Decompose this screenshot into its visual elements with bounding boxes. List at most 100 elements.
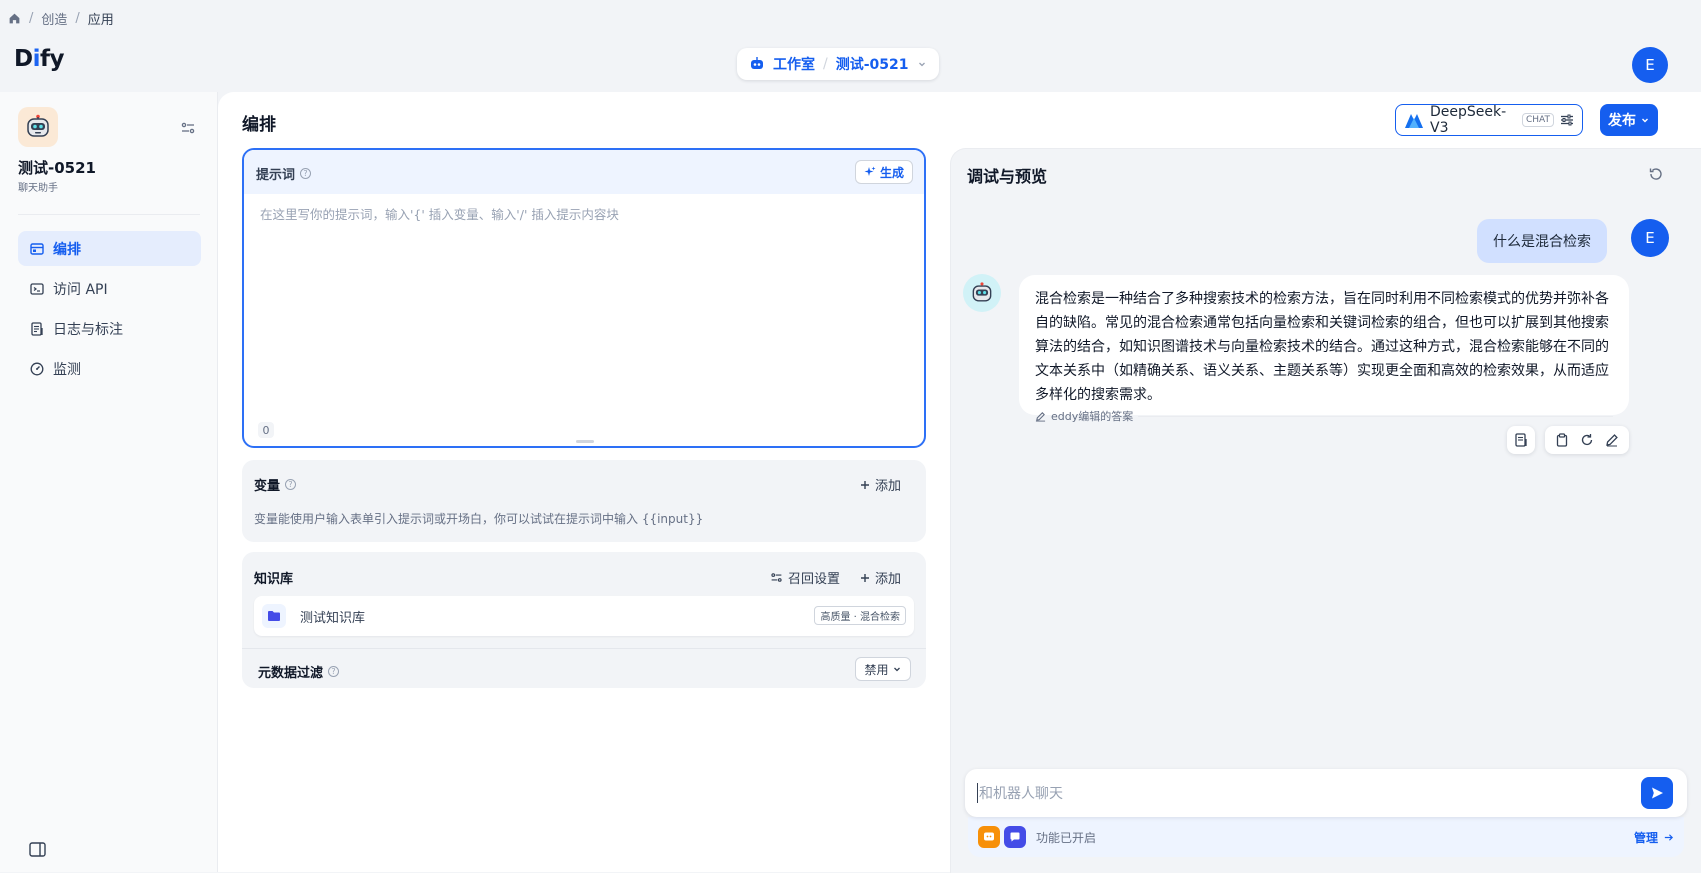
knowledge-card: 知识库 召回设置 添加 测试知识库 高质量 · 混合检索 元数据过滤 ? 禁用 [242,552,926,688]
prompt-placeholder[interactable]: 在这里写你的提示词，输入'{' 插入变量、输入'/' 插入提示内容块 [260,204,619,223]
knowledge-item-tag: 高质量 · 混合检索 [814,606,906,625]
generate-prompt-button[interactable]: 生成 [855,160,913,184]
chevron-down-icon [1640,115,1650,125]
metadata-filter-value: 禁用 [864,662,889,677]
refresh-icon[interactable] [1648,166,1664,182]
help-icon[interactable]: ? [300,168,312,179]
settings-sliders-icon [770,571,783,584]
terminal-icon [30,282,44,296]
plus-icon [860,573,870,583]
file-list-icon [30,321,44,336]
app-type: 聊天助手 [18,183,58,194]
message-actions [1545,426,1629,454]
breadcrumb-separator: / [29,10,34,26]
help-icon[interactable]: ? [285,479,297,490]
deepseek-logo-icon [1404,111,1424,129]
features-enabled-text: 功能已开启 [1036,830,1097,845]
resize-handle[interactable] [576,440,594,443]
knowledge-item-name: 测试知识库 [300,611,366,626]
plus-icon [860,480,870,490]
app-robot-icon [18,107,58,147]
prompt-editor[interactable]: 提示词 ? 生成 在这里写你的提示词，输入'{' 插入变量、输入'/' 插入提示… [242,148,926,448]
app-switch-label[interactable]: 测试-0521 [836,54,909,74]
send-icon [1650,786,1664,800]
breadcrumb-separator: / [75,10,80,26]
view-log-button[interactable] [1507,426,1535,454]
home-icon[interactable] [8,12,21,25]
pencil-icon [1035,411,1046,422]
arrow-right-icon [1663,832,1674,843]
recall-label: 召回设置 [788,572,841,587]
breadcrumb: / 创造 / 应用 [8,8,114,28]
app-settings-icon[interactable] [180,120,196,136]
variables-card: 变量 ? 添加 变量能使用户输入表单引入提示词或开场白，你可以试试在提示词中输入… [242,460,926,542]
dashboard-icon [30,362,44,376]
sidebar-item-label: 监测 [53,361,81,378]
page-title: 编排 [242,115,276,135]
sidebar-item-label: 日志与标注 [53,321,123,338]
folder-icon [262,604,286,628]
prompt-char-count: 0 [258,422,274,438]
avatar: E [1631,219,1669,257]
add-knowledge-button[interactable]: 添加 [860,568,901,587]
edit-icon[interactable] [1605,433,1619,447]
knowledge-item[interactable]: 测试知识库 高质量 · 混合检索 [254,596,914,636]
bot-avatar-icon [963,274,1001,312]
studio-label[interactable]: 工作室 [773,54,815,74]
sidebar-divider [18,214,200,215]
user-avatar[interactable]: E [1632,47,1668,83]
sidebar-item-orchestrate[interactable]: 编排 [18,231,201,266]
sidebar-collapse-icon[interactable] [29,842,46,857]
chevron-down-icon [917,59,927,69]
breadcrumb-item-create[interactable]: 创造 [41,9,67,28]
add-label: 添加 [875,572,902,587]
metadata-filter-select[interactable]: 禁用 [855,657,911,681]
sidebar-item-label: 访问 API [53,281,108,298]
copy-icon[interactable] [1555,433,1569,447]
chat-input-area: 功能已开启 管理 和机器人聊天 [965,769,1687,857]
debug-title: 调试与预览 [967,167,1048,186]
sidebar-item-label: 编排 [53,241,81,258]
user-message: 什么是混合检索 [1477,219,1607,263]
sidebar-item-monitor[interactable]: 监测 [18,351,201,386]
sidebar-item-logs[interactable]: 日志与标注 [18,311,201,346]
send-button[interactable] [1641,777,1673,809]
debug-preview-panel: 调试与预览 什么是混合检索 E 混合检索是一种结合了多种搜索技术的检索方法，旨在… [950,148,1701,873]
add-variable-button[interactable]: 添加 [860,475,901,494]
help-icon[interactable]: ? [328,666,340,677]
prompt-header [244,150,924,194]
file-list-icon [1514,433,1528,447]
publish-label: 发布 [1608,113,1636,129]
model-settings-icon[interactable] [1560,113,1574,127]
add-label: 添加 [875,479,902,494]
dify-logo[interactable]: Dify [14,46,64,72]
variables-title: 变量 ? [254,475,297,494]
separator: / [823,56,828,72]
edited-note-text: eddy编辑的答案 [1051,410,1134,423]
chat-input-placeholder[interactable]: 和机器人聊天 [977,783,1063,803]
manage-features-link[interactable]: 管理 [1634,829,1674,846]
bot-message: 混合检索是一种结合了多种搜索技术的检索方法，旨在同时利用不同检索模式的优势并弥补… [1019,275,1629,423]
sparkle-icon [864,166,876,178]
breadcrumb-item-app: 应用 [87,12,114,28]
app-sidebar [0,92,218,872]
model-selector[interactable]: DeepSeek-V3 CHAT [1395,104,1583,136]
sidebar-item-api[interactable]: 访问 API [18,271,201,306]
studio-switcher[interactable]: 工作室 / 测试-0521 [737,48,939,80]
app-name: 测试-0521 [18,159,96,177]
bot-message-text: 混合检索是一种结合了多种搜索技术的检索方法，旨在同时利用不同检索模式的优势并弥补… [1035,291,1609,403]
robot-icon [749,56,765,72]
regenerate-icon[interactable] [1580,433,1594,447]
edited-note: eddy编辑的答案 [1035,408,1613,424]
recall-settings-button[interactable]: 召回设置 [770,568,840,587]
variables-description: 变量能使用户输入表单引入提示词或开场白，你可以试试在提示词中输入 {{input… [254,512,704,526]
knowledge-title: 知识库 [254,572,294,587]
opening-statement-icon [978,826,1000,848]
model-mode-badge: CHAT [1521,113,1554,127]
manage-label: 管理 [1633,830,1658,845]
follow-up-icon [1004,826,1026,848]
publish-button[interactable]: 发布 [1600,104,1658,136]
chevron-down-icon [892,664,902,674]
feature-bar: 功能已开启 管理 [968,817,1684,857]
chat-input[interactable]: 和机器人聊天 [965,769,1687,817]
